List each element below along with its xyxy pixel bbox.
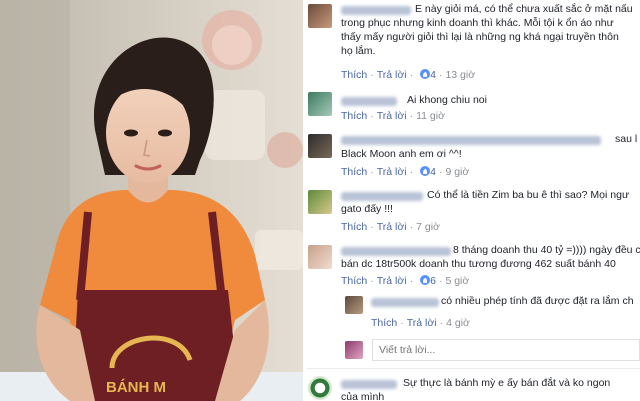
comment-actions: Thích · Trả lời · 11 giờ bbox=[341, 110, 445, 122]
avatar[interactable] bbox=[308, 190, 332, 214]
comment-actions: Thích · Trả lời · 4 giờ bbox=[371, 317, 470, 329]
timestamp[interactable]: 11 giờ bbox=[416, 110, 445, 122]
reply-link[interactable]: Trả lời bbox=[377, 275, 407, 287]
reply-input[interactable] bbox=[373, 340, 639, 360]
comment-actions: Thích · Trả lời · 7 giờ bbox=[341, 221, 440, 233]
own-avatar bbox=[345, 341, 363, 359]
comment-actions: Thích · Trả lời · 4 · 13 giờ bbox=[341, 69, 476, 81]
commenter-name[interactable] bbox=[341, 97, 397, 106]
thumbs-up-icon bbox=[420, 166, 431, 176]
commenter-name[interactable] bbox=[341, 247, 451, 256]
comment-text-line: Ai khong chiu noi bbox=[407, 94, 487, 106]
comment-text-line: E này giỏi má, có thể chưa xuất sắc ở mặ… bbox=[415, 3, 633, 15]
comment-text-line: Có thể là tiền Zim ba bu ê thì sao? Mọi … bbox=[427, 189, 629, 201]
comment-text-line: bán dc 18tr500k doanh thu tương đương 46… bbox=[341, 258, 616, 270]
avatar[interactable] bbox=[308, 134, 332, 158]
timestamp[interactable]: 7 giờ bbox=[416, 221, 440, 233]
like-link[interactable]: Thích bbox=[341, 166, 367, 178]
like-link[interactable]: Thích bbox=[341, 110, 367, 122]
commenter-name[interactable] bbox=[341, 192, 423, 201]
comment-text-line: Sự thực là bánh mỳ e ấy bán đắt và ko ng… bbox=[403, 377, 611, 389]
apron-logo-text: BÁNH M bbox=[106, 379, 166, 396]
timestamp[interactable]: 4 giờ bbox=[446, 317, 470, 329]
like-link[interactable]: Thích bbox=[341, 275, 367, 287]
comment-text-line: của mình bbox=[341, 391, 385, 401]
timestamp[interactable]: 9 giờ bbox=[445, 166, 469, 178]
like-link[interactable]: Thích bbox=[341, 221, 367, 233]
comment-text-line: họ lắm. bbox=[341, 45, 376, 57]
comment-actions: Thích · Trả lời · 6 · 5 giờ bbox=[341, 275, 470, 287]
avatar[interactable] bbox=[308, 245, 332, 269]
like-link[interactable]: Thích bbox=[341, 69, 367, 81]
comment-text-line: có nhiều phép tính đã được đặt ra lắm ch bbox=[441, 295, 634, 307]
comment-divider bbox=[307, 368, 640, 369]
avatar[interactable] bbox=[345, 296, 363, 314]
comment-thread: E này giỏi má, có thể chưa xuất sắc ở mặ… bbox=[307, 0, 640, 401]
woman-in-apron-photo: BÁNH M bbox=[0, 0, 303, 401]
timestamp[interactable]: 5 giờ bbox=[445, 275, 469, 287]
like-link[interactable]: Thích bbox=[371, 317, 397, 329]
comment-actions: Thích · Trả lời · 4 · 9 giờ bbox=[341, 166, 470, 178]
commenter-name[interactable] bbox=[341, 6, 411, 15]
comment-text-line: Black Moon anh em ơi ^^! bbox=[341, 148, 462, 160]
like-count[interactable]: 4 bbox=[430, 166, 436, 178]
thumbs-up-icon bbox=[420, 275, 431, 285]
thumbs-up-icon bbox=[420, 69, 431, 79]
avatar[interactable] bbox=[308, 4, 332, 28]
reply-link[interactable]: Trả lời bbox=[407, 317, 437, 329]
reply-link[interactable]: Trả lời bbox=[377, 166, 407, 178]
reply-box bbox=[372, 339, 640, 361]
comment-text-line: sau l bbox=[615, 133, 638, 145]
commenter-name[interactable] bbox=[341, 380, 397, 389]
comment-text-line: trong phục nhưng kinh doanh thì khác. Mỗ… bbox=[341, 17, 614, 29]
reply-link[interactable]: Trả lời bbox=[377, 221, 407, 233]
like-count[interactable]: 6 bbox=[430, 275, 436, 287]
avatar[interactable] bbox=[308, 376, 332, 400]
reply-link[interactable]: Trả lời bbox=[377, 110, 407, 122]
comment-text-line: 8 tháng doanh thu 40 tỷ =)))) ngày đều c bbox=[453, 244, 640, 256]
news-photo: BÁNH M bbox=[0, 0, 303, 401]
like-count[interactable]: 4 bbox=[430, 69, 436, 81]
avatar[interactable] bbox=[308, 92, 332, 116]
timestamp[interactable]: 13 giờ bbox=[445, 69, 475, 81]
reply-link[interactable]: Trả lời bbox=[377, 69, 407, 81]
comment-text-line: gato đấy !!! bbox=[341, 203, 393, 215]
comment-text-line: thấy mấy người giỏi thì lại là những ng … bbox=[341, 31, 619, 43]
commenter-name[interactable] bbox=[371, 298, 439, 307]
commenter-name[interactable] bbox=[341, 136, 601, 145]
